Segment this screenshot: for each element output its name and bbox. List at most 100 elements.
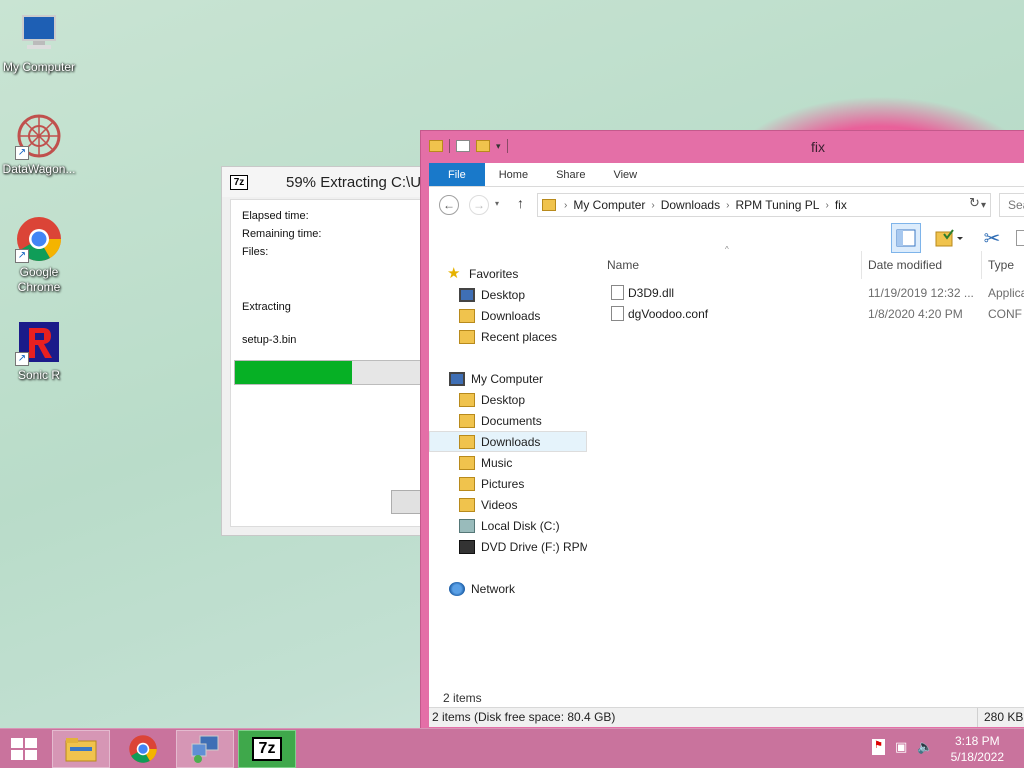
taskbar-chrome[interactable] [114,730,172,768]
view-toolbar: ✂ [891,223,1024,253]
new-folder-icon[interactable] [476,140,490,152]
folder-icon [429,140,443,152]
window-title-bar[interactable]: ▾ fix [421,131,1024,163]
recent-places-icon [459,329,475,344]
desktop-icon-sonic-r[interactable]: ↗ Sonic R [0,318,78,383]
nav-network[interactable]: Network [429,578,587,599]
address-row: ← → ▾ ↑ › My Computer › Downloads › RPM … [429,187,1024,223]
desktop-icon-label: DataWagon... [2,162,76,176]
tab-view[interactable]: View [599,163,651,186]
action-center-flag-icon[interactable]: ⚑ [872,739,885,755]
7zip-extract-dialog[interactable]: 7z 59% Extracting C:\Us Elapsed time: Re… [221,166,441,536]
refresh-button[interactable]: ↻ [969,195,980,211]
nav-fav-downloads[interactable]: Downloads [429,305,587,326]
shortcut-arrow-icon: ↗ [15,249,29,263]
file-name: D3D9.dll [628,286,675,300]
7zip-logo-icon: 7z [230,174,248,190]
address-dropdown-icon[interactable]: ▾ [981,200,986,211]
conf-file-icon [611,306,624,321]
status-size: 280 KB [977,708,1023,727]
volume-icon[interactable]: 🔈 [917,739,933,755]
column-date-modified[interactable]: Date modified [868,258,942,272]
forward-button[interactable]: → [469,195,489,215]
navigation-pane: ★ Favorites Desktop Downloads Recent plac… [429,263,587,707]
nav-music[interactable]: Music [429,452,587,473]
7zip-logo-icon: 7z [252,737,282,761]
file-name: dgVoodoo.conf [628,307,709,321]
start-button[interactable] [0,729,48,768]
nav-local-disk[interactable]: Local Disk (C:) [429,515,587,536]
address-bar[interactable]: › My Computer › Downloads › RPM Tuning P… [537,193,991,217]
file-date: 1/8/2020 4:20 PM [868,307,963,321]
desktop-icon-google-chrome[interactable]: ↗ Google Chrome [0,215,78,295]
breadcrumb-my-computer[interactable]: My Computer [573,198,645,212]
extract-status: Extracting [242,301,291,313]
status-disk-space: 2 items (Disk free space: 80.4 GB) [432,710,616,724]
nav-favorites[interactable]: ★ Favorites [429,263,587,284]
status-bar: 2 items (Disk free space: 80.4 GB) 280 K… [429,707,1024,727]
copy-path-button[interactable] [1015,223,1024,253]
taskbar-network-setup[interactable] [176,730,234,768]
breadcrumb-rpm-tuning[interactable]: RPM Tuning PL [735,198,819,212]
computer-icon [15,10,63,58]
shortcut-arrow-icon: ↗ [15,352,29,366]
dialog-title-bar[interactable]: 7z 59% Extracting C:\Us [222,167,440,197]
file-row[interactable]: D3D9.dll 11/19/2019 12:32 ... Applica [597,283,1024,304]
desktop-icon-label: Google Chrome [17,265,61,294]
desktop-icon-label: My Computer [2,60,76,74]
properties-icon[interactable] [456,140,470,152]
taskbar-file-explorer[interactable] [52,730,110,768]
column-name[interactable]: Name [607,258,639,272]
cut-button[interactable]: ✂ [977,223,1007,253]
nav-documents[interactable]: Documents [429,410,587,431]
file-row[interactable]: dgVoodoo.conf 1/8/2020 4:20 PM CONF F [597,304,1024,325]
file-list-header: Name ^ Date modified Type [597,245,1024,279]
nav-fav-desktop[interactable]: Desktop [429,284,587,305]
back-button[interactable]: ← [439,195,459,215]
folder-icon [459,413,475,428]
up-button[interactable]: ↑ [517,195,524,211]
star-icon: ★ [447,264,461,282]
shortcut-arrow-icon: ↗ [15,146,29,160]
network-computer-icon [191,735,219,763]
breadcrumb-fix[interactable]: fix [835,198,847,212]
nav-desktop[interactable]: Desktop [429,389,587,410]
tab-home[interactable]: Home [485,163,542,186]
preview-pane-button[interactable] [891,223,921,253]
network-tray-icon[interactable]: ▣ [895,739,907,755]
nav-fav-recent-places[interactable]: Recent places [429,326,587,347]
nav-pictures[interactable]: Pictures [429,473,587,494]
chevron-down-icon[interactable]: ▾ [496,141,501,152]
downloads-folder-icon [459,434,475,449]
taskbar-7zip[interactable]: 7z [238,730,296,768]
search-input[interactable]: Sea [999,193,1024,217]
copy-icon [1016,230,1024,246]
taskbar: 7z ⚑ ▣ 🔈 3:18 PM 5/18/2022 [0,728,1024,768]
nav-my-computer[interactable]: My Computer [429,368,587,389]
breadcrumb-downloads[interactable]: Downloads [661,198,720,212]
downloads-folder-icon [459,308,475,323]
desktop-icon-my-computer[interactable]: My Computer [0,10,78,75]
recent-locations-icon[interactable]: ▾ [495,199,499,208]
nav-videos[interactable]: Videos [429,494,587,515]
column-type[interactable]: Type [988,258,1014,272]
folder-options-button[interactable] [929,223,969,253]
dialog-title: 59% Extracting C:\Us [286,173,429,191]
tab-share[interactable]: Share [542,163,599,186]
tab-file[interactable]: File [429,163,485,186]
nav-downloads[interactable]: Downloads [429,431,587,452]
current-file-name: setup-3.bin [242,334,297,346]
desktop-icon-label: Sonic R [17,368,61,382]
extract-progress-bar [234,360,434,385]
desktop-icon [459,287,475,302]
hard-drive-icon [459,518,475,533]
pictures-folder-icon [459,476,475,491]
windows-logo-icon [11,738,37,760]
desktop-icon-datawagon[interactable]: ↗ DataWagon... [0,112,78,177]
clock[interactable]: 3:18 PM 5/18/2022 [951,733,1004,765]
file-explorer-window[interactable]: ▾ fix File Home Share View ← → ▾ ↑ › My … [420,130,1024,730]
dvd-drive-icon [459,539,475,554]
nav-dvd-drive[interactable]: DVD Drive (F:) RPM T [429,536,587,557]
computer-icon [449,371,465,386]
folder-icon [542,199,556,211]
